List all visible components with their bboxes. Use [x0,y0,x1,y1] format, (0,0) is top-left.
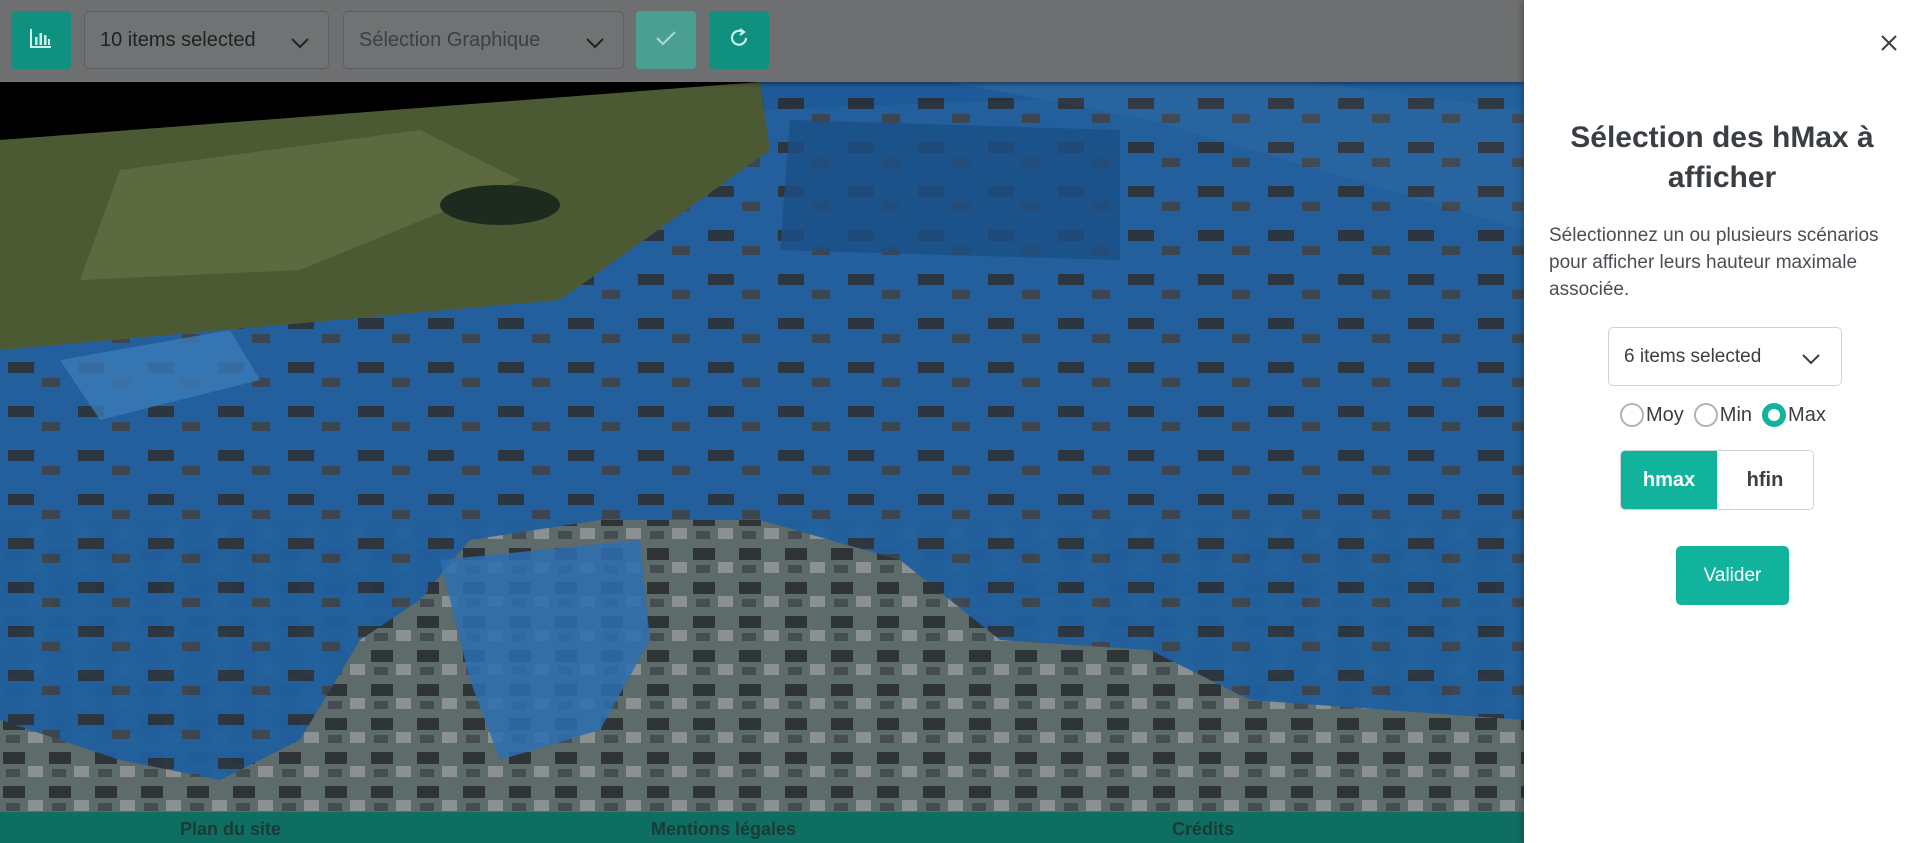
aerial-map-image [0,0,1524,843]
panel-description: Sélectionnez un ou plusieurs scénarios p… [1549,225,1879,300]
radio-min-label: Min [1719,403,1753,426]
footer-link-credits[interactable]: Crédits [1172,819,1234,840]
chevron-down-icon [290,32,310,55]
graph-select[interactable]: Sélection Graphique [343,11,624,69]
hmax-selection-panel: Sélection des hMax à afficher Sélectionn… [1524,0,1920,843]
toggle-hfin[interactable]: hfin [1717,451,1813,509]
confirm-button[interactable] [636,11,696,69]
panel-title: Sélection des hMax à afficher [1570,121,1874,194]
radio-max-label: Max [1788,403,1826,426]
height-type-toggle: hmax hfin [1620,450,1814,510]
refresh-icon [728,27,750,54]
chart-button[interactable] [11,11,71,69]
chevron-down-icon [585,32,605,55]
aggregation-radio-group: Moy Min Max [1620,400,1826,430]
radio-min-indicator[interactable] [1693,403,1718,427]
refresh-button[interactable] [709,11,769,69]
footer-link-legal[interactable]: Mentions légales [651,819,796,840]
radio-max-indicator[interactable] [1762,403,1787,427]
bar-chart-icon [30,28,52,53]
check-icon [655,29,677,52]
footer-link-sitemap[interactable]: Plan du site [180,819,281,840]
radio-moy-indicator[interactable] [1620,403,1644,427]
footer-bar: Plan du site Mentions légales Crédits [0,812,1524,843]
valider-button[interactable]: Valider [1676,546,1789,605]
items-select-value: 10 items selected [100,28,256,51]
scenario-select-value: 6 items selected [1624,345,1762,367]
toggle-hmax[interactable]: hmax [1621,451,1717,509]
radio-min[interactable]: Min [1693,403,1753,427]
radio-moy[interactable]: Moy [1620,403,1684,427]
scenario-select[interactable]: 6 items selected [1608,327,1842,386]
map-view[interactable] [0,0,1524,843]
chevron-down-icon [1801,349,1821,371]
items-select[interactable]: 10 items selected [84,11,329,69]
radio-max[interactable]: Max [1762,403,1826,427]
radio-moy-label: Moy [1646,403,1684,426]
close-icon [1880,34,1898,57]
toolbar: 10 items selected Sélection Graphique [0,0,1524,82]
close-button[interactable] [1876,32,1902,58]
graph-select-placeholder: Sélection Graphique [359,28,541,51]
